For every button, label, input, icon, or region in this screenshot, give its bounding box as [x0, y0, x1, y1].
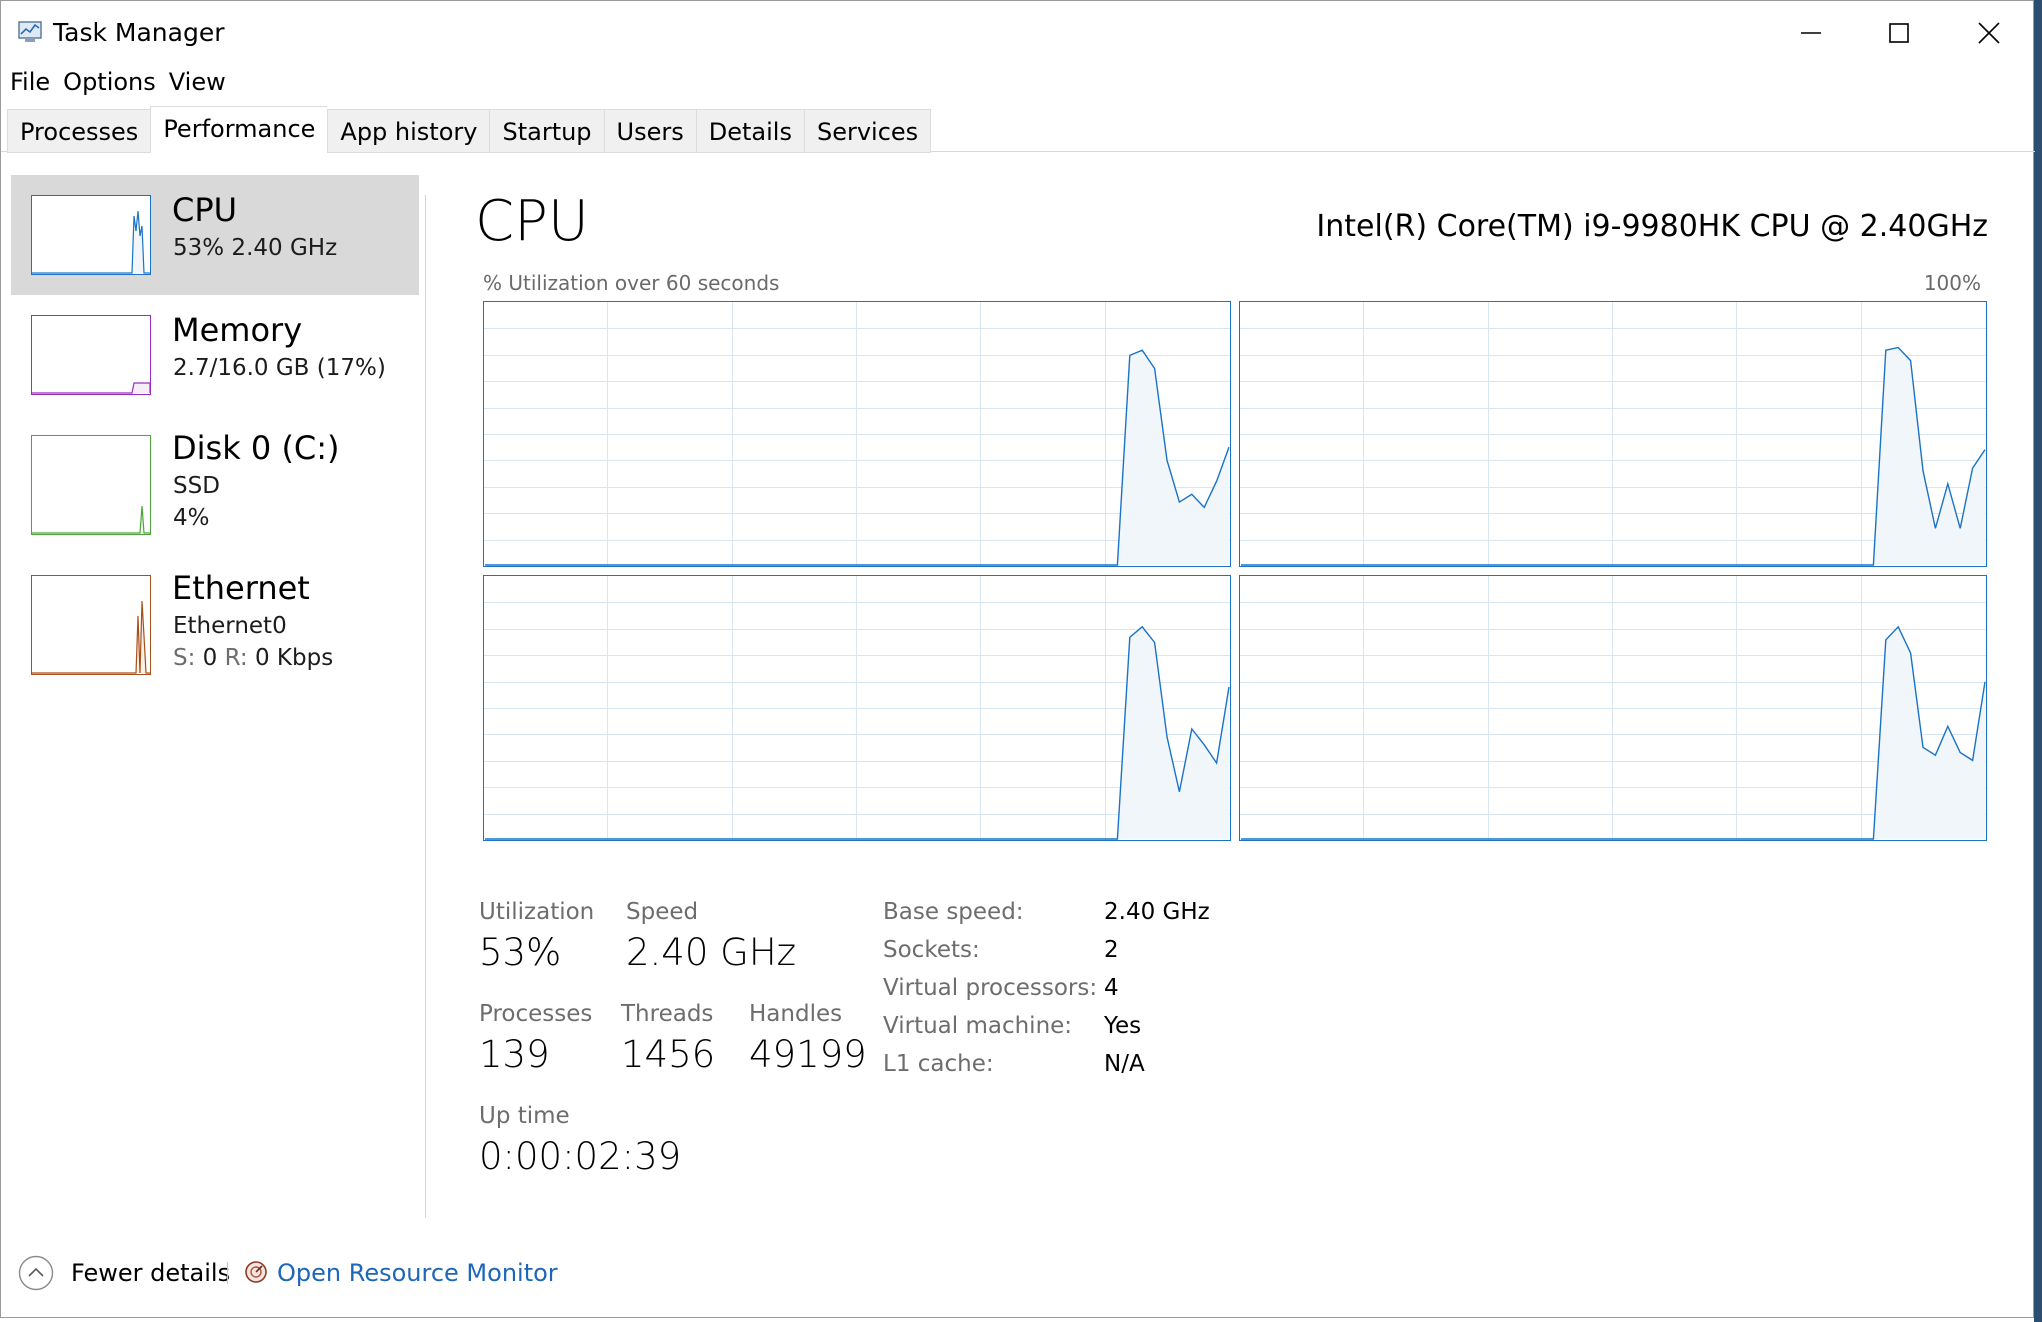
desktop-edge	[2034, 0, 2042, 1322]
speed-value: 2.40 GHz	[626, 931, 797, 974]
uptime-label: Up time	[479, 1103, 570, 1129]
ethernet-thumbnail-graph	[31, 575, 151, 675]
disk-thumbnail-graph	[31, 435, 151, 535]
cpu-graph-svg	[484, 576, 1230, 840]
sidebar-ethernet-throughput: S: 0 R: 0 Kbps	[173, 645, 333, 671]
virtual-processors-label: Virtual processors:	[883, 975, 1098, 1001]
virtual-machine-label: Virtual machine:	[883, 1013, 1073, 1039]
close-icon	[1978, 22, 2000, 44]
sidebar-cpu-usage: 53% 2.40 GHz	[173, 235, 338, 261]
sidebar-item-memory[interactable]: Memory 2.7/16.0 GB (17%)	[11, 295, 419, 415]
sidebar-disk-usage: 4%	[173, 505, 210, 531]
sidebar-disk-name: Disk 0 (C:)	[172, 429, 340, 467]
window-title: Task Manager	[53, 18, 225, 47]
sockets-label: Sockets:	[883, 937, 980, 963]
sidebar-item-disk[interactable]: Disk 0 (C:) SSD 4%	[11, 415, 419, 555]
sidebar-memory-name: Memory	[172, 311, 303, 349]
minimize-icon	[1801, 32, 1821, 34]
sidebar-item-ethernet[interactable]: Ethernet Ethernet0 S: 0 R: 0 Kbps	[11, 555, 419, 695]
resource-monitor-icon	[245, 1261, 267, 1283]
base-speed-label: Base speed:	[883, 899, 1024, 925]
send-label: S:	[173, 645, 196, 671]
sockets-value: 2	[1104, 937, 1119, 963]
handles-value: 49199	[749, 1033, 867, 1076]
footer-divider	[227, 1262, 228, 1284]
tab-details[interactable]: Details	[695, 109, 804, 153]
sidebar-ethernet-adapter: Ethernet0	[173, 613, 287, 639]
close-button[interactable]	[1943, 1, 2035, 65]
cpu-graph-svg	[1240, 302, 1986, 566]
cpu-core-graph-1	[1239, 301, 1987, 567]
menu-bar: File Options View	[1, 65, 233, 101]
receive-value: 0 Kbps	[254, 645, 334, 671]
cpu-model: Intel(R) Core(TM) i9-9980HK CPU @ 2.40GH…	[1316, 209, 1988, 244]
utilization-value: 53%	[479, 931, 562, 974]
title-bar[interactable]: Task Manager	[1, 1, 2033, 65]
graph-max-label: 100%	[1923, 271, 1981, 295]
speed-label: Speed	[626, 899, 699, 925]
minimize-button[interactable]	[1765, 1, 1857, 65]
sidebar-memory-usage: 2.7/16.0 GB (17%)	[173, 355, 386, 381]
sidebar-cpu-name: CPU	[172, 191, 238, 229]
sidebar-ethernet-name: Ethernet	[172, 569, 310, 607]
tab-processes[interactable]: Processes	[7, 109, 151, 153]
threads-label: Threads	[621, 1001, 714, 1027]
utilization-label: Utilization	[479, 899, 595, 925]
maximize-button[interactable]	[1853, 1, 1945, 65]
virtual-processors-value: 4	[1104, 975, 1119, 1001]
open-resource-monitor-link[interactable]: Open Resource Monitor	[277, 1259, 558, 1287]
chevron-up-icon[interactable]	[18, 1255, 54, 1291]
cpu-graph-svg	[484, 302, 1230, 566]
memory-thumbnail-graph	[31, 315, 151, 395]
threads-value: 1456	[621, 1033, 716, 1076]
tab-users[interactable]: Users	[603, 109, 696, 153]
task-manager-window: Task Manager File Options View Processes…	[0, 0, 2035, 1318]
page-title: CPU	[475, 189, 589, 254]
maximize-icon	[1889, 23, 1909, 43]
menu-file[interactable]: File	[1, 65, 57, 101]
menu-view[interactable]: View	[163, 65, 233, 101]
cpu-graph-svg	[1240, 576, 1986, 840]
handles-label: Handles	[749, 1001, 843, 1027]
menu-options[interactable]: Options	[57, 65, 163, 101]
cpu-core-graph-3	[1239, 575, 1987, 841]
cpu-core-graph-2	[483, 575, 1231, 841]
tab-performance[interactable]: Performance	[150, 106, 328, 153]
uptime-value: 0:00:02:39	[479, 1135, 682, 1178]
base-speed-value: 2.40 GHz	[1104, 899, 1210, 925]
l1-cache-value: N/A	[1104, 1051, 1145, 1077]
cpu-core-graph-0	[483, 301, 1231, 567]
tab-startup[interactable]: Startup	[489, 109, 604, 153]
receive-label: R:	[224, 645, 248, 671]
tab-app-history[interactable]: App history	[327, 109, 490, 153]
tab-services[interactable]: Services	[803, 109, 932, 153]
tab-strip: Processes Performance App history Startu…	[7, 106, 932, 153]
sidebar-divider	[425, 195, 426, 1218]
sidebar-disk-type: SSD	[173, 473, 220, 499]
cpu-thumbnail-graph	[31, 195, 151, 275]
sidebar-item-cpu[interactable]: CPU 53% 2.40 GHz	[11, 175, 419, 295]
l1-cache-label: L1 cache:	[883, 1051, 994, 1077]
fewer-details-button[interactable]: Fewer details	[71, 1259, 230, 1287]
graph-caption: % Utilization over 60 seconds	[483, 271, 780, 295]
processes-label: Processes	[479, 1001, 593, 1027]
processes-value: 139	[479, 1033, 550, 1076]
virtual-machine-value: Yes	[1104, 1013, 1142, 1039]
task-manager-icon	[18, 21, 42, 42]
send-value: 0	[202, 645, 218, 671]
